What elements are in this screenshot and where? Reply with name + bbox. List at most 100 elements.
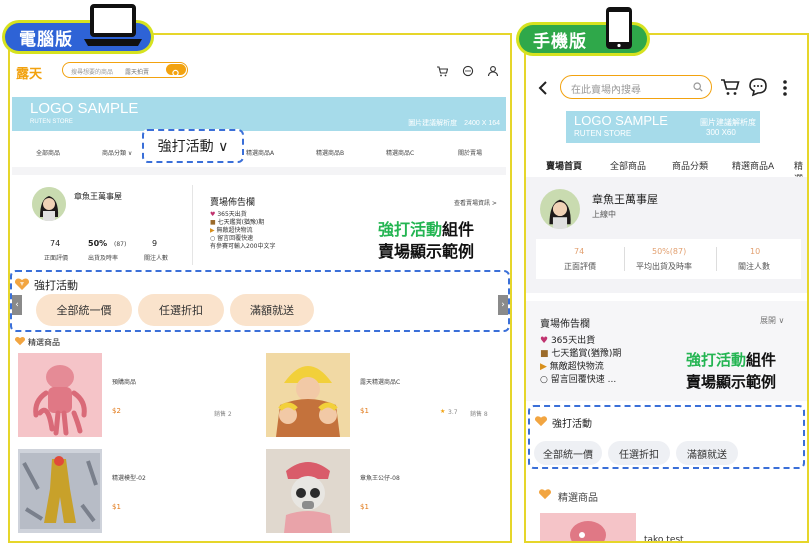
announce-list: ♥ 365天出貨 ■ 七天鑑賞(猶豫)期 ▶ 無敵超快物流 ○ 留言回覆快速 .…	[540, 335, 621, 387]
product-name[interactable]: tako test	[644, 535, 684, 541]
announce-line: 有參賽可輸入200中文字	[210, 243, 276, 250]
tab-store-home[interactable]: 賣場首頁	[546, 159, 582, 172]
stat-value-followers: 10	[750, 247, 761, 256]
product-sold: 銷售 2	[214, 411, 232, 418]
tab-all-products[interactable]: 全部商品	[610, 159, 646, 172]
search-icon[interactable]	[693, 82, 703, 92]
promo-pill-uniform-price[interactable]: 全部統一價	[36, 294, 132, 326]
mobile-search-bar[interactable]: 在此賣場內搜尋	[560, 75, 712, 99]
stat-value-rating: 74	[574, 247, 585, 256]
announce-line: ▶ 無敵超快物流	[540, 362, 604, 372]
banner-title: LOGO SAMPLE	[574, 113, 668, 128]
announce-expand-button[interactable]: 展開 ∨	[760, 315, 784, 326]
nav-featured-c[interactable]: 精選商品C	[386, 148, 414, 157]
stat-divider	[716, 247, 717, 271]
product-name[interactable]: 預購商品	[112, 377, 136, 386]
promo-tag-icon	[14, 278, 30, 290]
announce-more-link[interactable]: 查看賣場資訊 >	[454, 198, 497, 207]
announce-title: 賣場佈告欄	[540, 319, 590, 330]
banner-subtitle: RUTEN STORE	[574, 129, 632, 138]
chat-icon[interactable]	[748, 77, 768, 97]
store-status: 上線中	[592, 210, 616, 219]
promo-pill-discount[interactable]: 任選折扣	[608, 441, 670, 465]
promo-pill-uniform-price[interactable]: 全部統一價	[534, 441, 602, 465]
mobile-logo-banner: LOGO SAMPLE RUTEN STORE 圖片建議解析度 300 X60	[566, 111, 760, 143]
nav-featured-a[interactable]: 精選商品A	[246, 148, 274, 157]
promo-prev-arrow[interactable]: ‹	[12, 295, 22, 315]
promo-title: 強打活動	[34, 279, 78, 292]
featured-tag-icon	[538, 489, 552, 500]
product-price: $1	[112, 503, 121, 511]
tab-categories[interactable]: 商品分類	[672, 159, 708, 172]
nav-featured-b[interactable]: 精選商品B	[316, 148, 344, 157]
store-name[interactable]: 章魚王萬事屋	[592, 191, 658, 207]
promo-pill-gift[interactable]: 滿額就送	[676, 441, 738, 465]
product-name[interactable]: 露天精選商品C	[360, 377, 400, 386]
mobile-search-input[interactable]: 在此賣場內搜尋	[571, 81, 641, 96]
promo-pill-discount[interactable]: 任選折扣	[138, 294, 224, 326]
annotation-text: 組件	[442, 220, 475, 239]
store-name[interactable]: 章魚王萬事屋	[74, 191, 122, 202]
nav-all-products[interactable]: 全部商品	[36, 148, 60, 157]
mobile-stats-row: 74 正面評價 50%(87) 平均出貨及時率 10 關注人數	[536, 239, 801, 279]
nav-categories[interactable]: 商品分類 ∨	[102, 148, 132, 157]
promo-next-arrow[interactable]: ›	[498, 295, 508, 315]
store-avatar[interactable]	[32, 187, 66, 221]
chat-bubble-icon: ○	[210, 235, 216, 242]
truck-icon: ▶	[540, 362, 547, 372]
tab-featured-a[interactable]: 精選商品A	[732, 159, 774, 172]
announce-line: ♥ 365天出貨	[210, 211, 247, 218]
desktop-search-button[interactable]	[166, 64, 186, 78]
product-sold: 銷售 8	[470, 411, 488, 418]
stat-label-rating: 正面評價	[564, 262, 596, 271]
annotation-green-text: 強打活動	[378, 220, 443, 239]
banner-subtitle: RUTEN STORE	[30, 119, 73, 125]
ruten-logo[interactable]: 露天	[16, 63, 42, 82]
box-icon: ■	[210, 219, 216, 226]
desktop-search-input[interactable]: 搜尋想要的商品	[71, 67, 113, 76]
product-price: $1	[360, 503, 369, 511]
annotation-text-line2: 賣場顯示範例	[378, 242, 475, 261]
back-arrow-icon[interactable]	[538, 81, 548, 95]
product-name[interactable]: 章魚王公仔-08	[360, 473, 400, 482]
product-name[interactable]: 精選模型-02	[112, 473, 146, 482]
banner-resolution-note: 圖片建議解析度 2400 X 164	[408, 120, 500, 127]
desktop-version-label: 電腦版	[19, 29, 73, 50]
announce-title: 賣場佈告欄	[210, 198, 256, 208]
nav-divider	[12, 167, 506, 175]
promo-pill-gift[interactable]: 滿額就送	[230, 294, 314, 326]
store-card-divider	[192, 185, 193, 265]
chat-bubble-icon: ○	[540, 375, 548, 385]
chat-icon[interactable]	[462, 65, 475, 77]
announce-line: ■ 七天鑑賞(猶豫)期	[210, 219, 265, 226]
announce-line: ○ 留言回覆快速 ...	[540, 375, 617, 385]
search-icon	[172, 69, 180, 78]
more-options-icon[interactable]	[782, 79, 788, 97]
featured-tag-icon	[14, 337, 26, 346]
nav-about[interactable]: 關於賣場	[458, 148, 482, 157]
banner-title: LOGO SAMPLE	[30, 100, 139, 117]
store-avatar[interactable]	[540, 189, 580, 229]
product-image[interactable]	[18, 449, 102, 533]
cart-icon[interactable]	[720, 78, 740, 96]
desktop-search-bar[interactable]: 搜尋想要的商品 露天拍賣	[62, 62, 188, 78]
user-icon[interactable]	[487, 65, 499, 77]
stat-value-rating: 74	[50, 239, 61, 248]
promo-tag-icon	[534, 416, 548, 427]
product-image[interactable]	[18, 353, 102, 437]
product-rating: 3.7	[448, 409, 458, 416]
stat-value-followers: 9	[152, 239, 158, 248]
product-image[interactable]	[266, 449, 350, 533]
truck-icon: ▶	[210, 227, 215, 234]
nav-promo-highlight[interactable]: 強打活動 ∨	[142, 129, 244, 163]
desktop-search-scope[interactable]: 露天拍賣	[125, 67, 149, 76]
mobile-annotation: 強打活動組件 賣場顯示範例	[686, 349, 776, 393]
product-image[interactable]	[266, 353, 350, 437]
promo-title: 強打活動	[552, 419, 592, 430]
announce-line: ▶ 無敵超快物流	[210, 227, 253, 234]
featured-title: 精選商品	[28, 338, 60, 347]
product-image[interactable]	[540, 513, 636, 541]
cart-icon[interactable]	[436, 65, 448, 77]
announce-line: ○ 留言回覆快速	[210, 235, 254, 242]
product-price: $1	[360, 407, 369, 415]
